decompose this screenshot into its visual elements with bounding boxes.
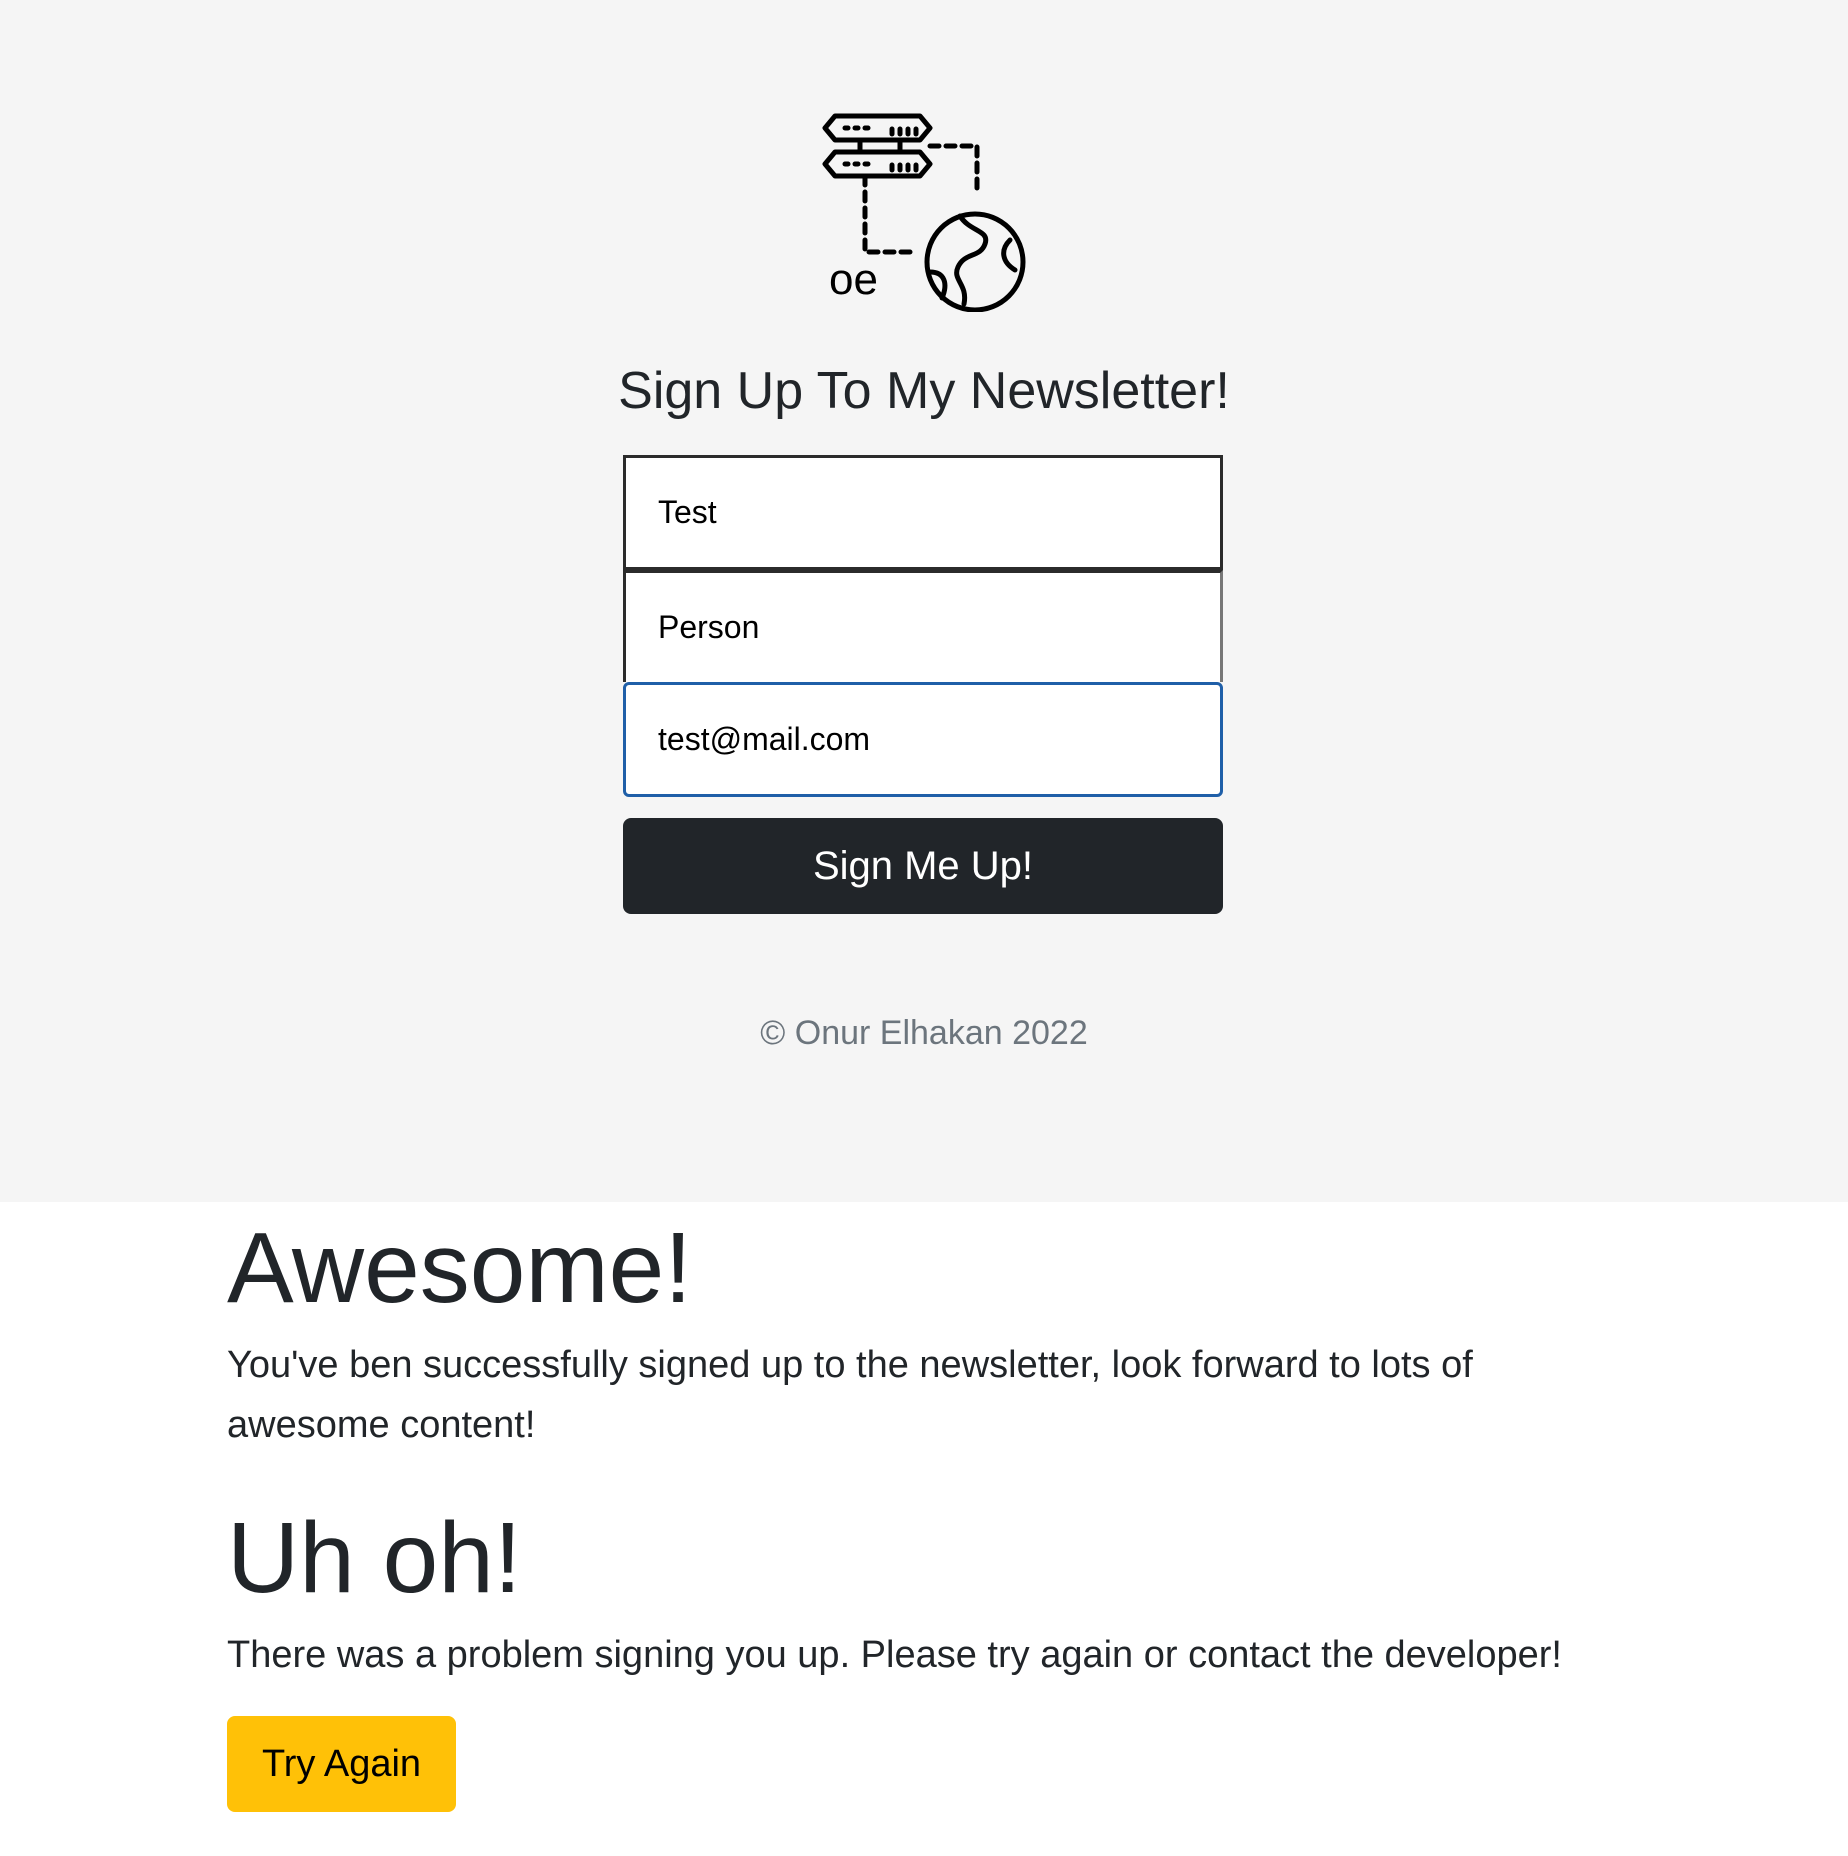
- failure-message: There was a problem signing you up. Plea…: [227, 1634, 1562, 1676]
- copyright-footer: © Onur Elhakan 2022: [760, 1014, 1088, 1052]
- logo-initials: oe: [829, 255, 878, 304]
- failure-heading: Uh oh!: [227, 1502, 522, 1614]
- signup-form: Test Person test@mail.com: [623, 455, 1223, 797]
- email-field[interactable]: test@mail.com: [623, 682, 1223, 797]
- success-message: You've ben successfully signed up to the…: [227, 1344, 1473, 1446]
- signup-section: oe Sign Up To My Newsletter! Test Person…: [0, 0, 1848, 1202]
- signup-title: Sign Up To My Newsletter!: [618, 362, 1230, 420]
- success-heading: Awesome!: [227, 1212, 693, 1324]
- first-name-field[interactable]: Test: [623, 455, 1223, 570]
- server-network-globe-icon: oe: [822, 113, 1026, 312]
- try-again-button[interactable]: Try Again: [227, 1716, 456, 1812]
- sign-me-up-button[interactable]: Sign Me Up!: [623, 818, 1223, 914]
- last-name-field[interactable]: Person: [623, 570, 1223, 682]
